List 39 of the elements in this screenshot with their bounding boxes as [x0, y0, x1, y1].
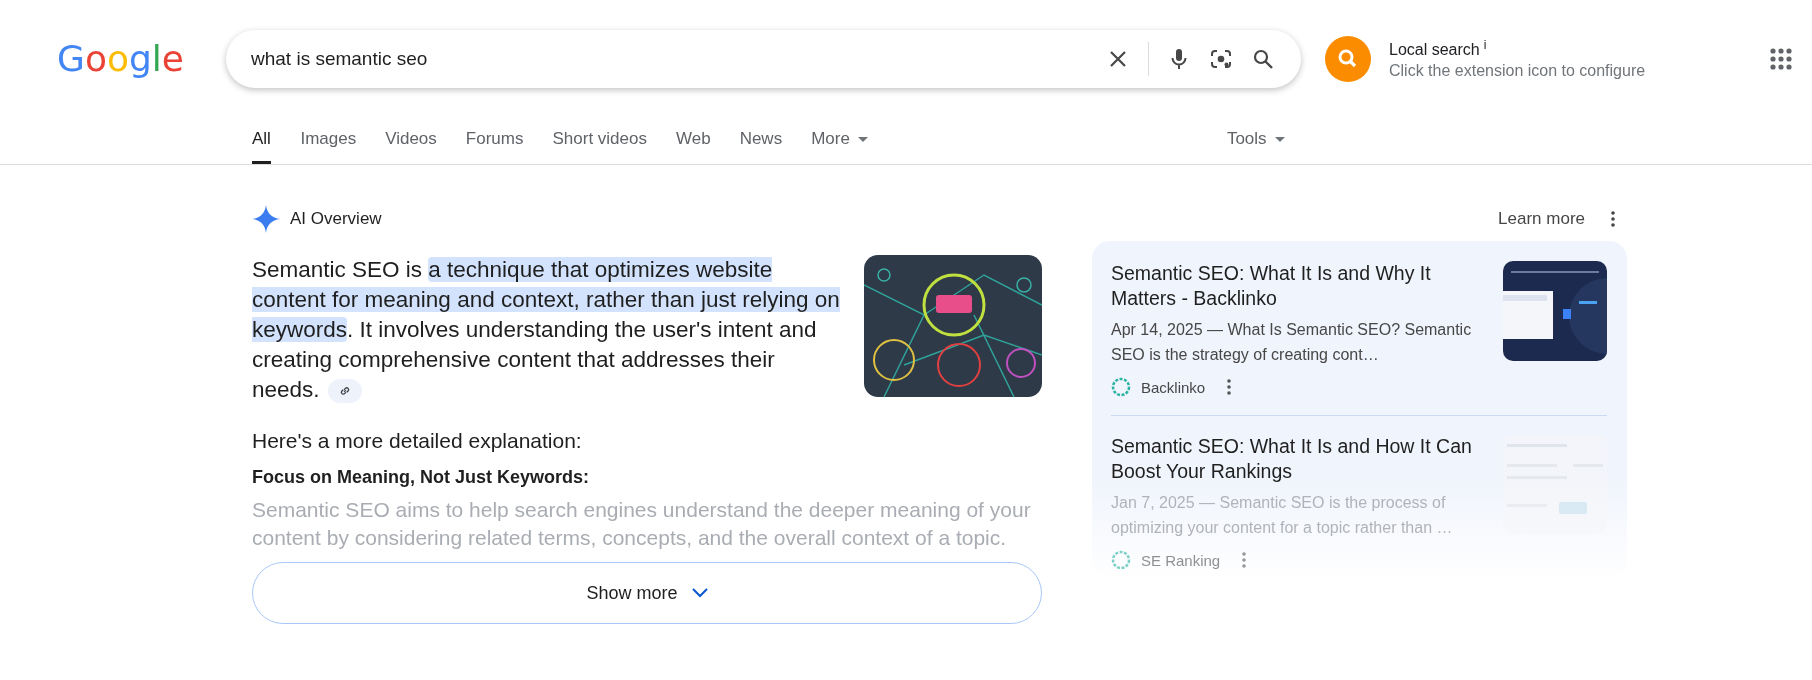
sparkle-icon: [252, 205, 280, 233]
show-more-button[interactable]: Show more: [252, 562, 1042, 624]
camera-icon[interactable]: [1209, 47, 1233, 71]
detail-paragraph: Semantic SEO aims to help search engines understand the deeper meaning of your content by considering related terms, concepts, and the overall context of a topic.: [252, 497, 1032, 551]
logo[interactable]: Google: [57, 35, 184, 83]
apps-grid-icon[interactable]: [1770, 48, 1792, 70]
link-icon[interactable]: [327, 379, 362, 404]
source-snippet: Apr 14, 2025 — What Is Semantic SEO? Semantic SEO is the strategy of creating cont…: [1111, 320, 1473, 365]
more-options-icon[interactable]: [1227, 379, 1232, 395]
caret-icon: [857, 136, 868, 142]
section-heading: Here's a more detailed explanation:: [252, 429, 583, 453]
source-title-link[interactable]: Semantic SEO: What It Is and Why It Matters - Backlinko: [1111, 261, 1485, 311]
extension-title: Local search: [1389, 41, 1480, 59]
search-field[interactable]: what is semantic seo: [251, 48, 1088, 70]
caret-icon: [1274, 136, 1285, 142]
site-name: Backlinko: [1141, 378, 1206, 396]
nav-tab[interactable]: News: [725, 129, 797, 164]
extension-hint: Click the extension icon to configure: [1389, 61, 1646, 80]
source-snippet: Jan 7, 2025 — Semantic SEO is the process of optimizing your content for a topic rather than …: [1111, 493, 1454, 538]
learn-more-link[interactable]: Learn more: [1498, 209, 1585, 229]
info-icon[interactable]: i: [1483, 38, 1487, 53]
chevron-down-icon: [691, 588, 708, 598]
more-options-icon[interactable]: [1611, 211, 1615, 227]
nav-tab[interactable]: Short videos: [537, 129, 662, 164]
nav-tab[interactable]: Web: [661, 129, 726, 164]
site-icon: [1111, 377, 1131, 397]
nav-tab[interactable]: Videos: [370, 129, 452, 164]
nav-tab[interactable]: All: [252, 129, 271, 164]
source-title-link[interactable]: Semantic SEO: What It Is and How It Can Boost Your Rankings: [1111, 434, 1485, 484]
more-menu[interactable]: More: [796, 129, 883, 164]
subheading: Focus on Meaning, Not Just Keywords:: [252, 467, 591, 488]
nav-tab[interactable]: Images: [285, 129, 371, 164]
site-icon: [1111, 550, 1131, 570]
nav-tab[interactable]: Forums: [451, 129, 538, 164]
search-icon[interactable]: [1251, 47, 1275, 71]
tools-menu[interactable]: Tools: [1212, 129, 1300, 164]
ai-overview-title: AI Overview: [290, 209, 382, 229]
summary-paragraph: Semantic SEO is a technique that optimizes website content for meaning and context, rather than just relying on keywords. It involves understanding the user's intent and creating comprehensive content that addresses their needs.: [252, 256, 841, 405]
site-name: SE Ranking: [1141, 551, 1221, 569]
